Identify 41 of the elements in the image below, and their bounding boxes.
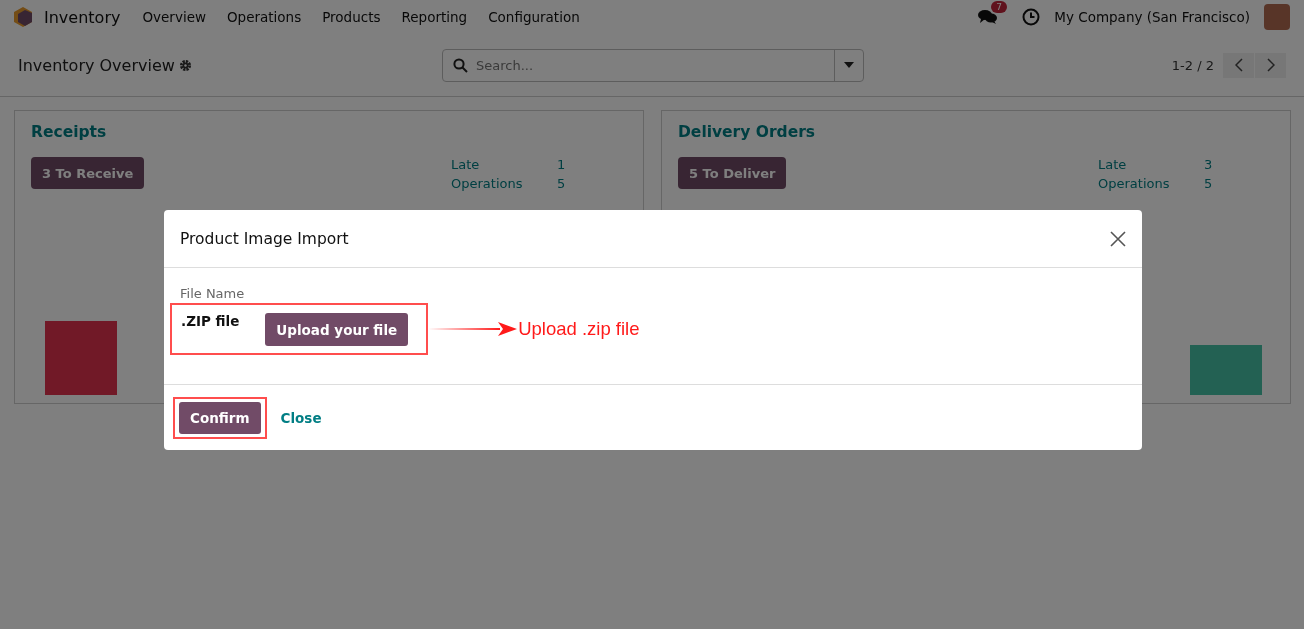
search-field[interactable]: Search... — [474, 56, 834, 74]
stat-value[interactable]: 5 — [557, 176, 627, 191]
cube-logo-icon — [14, 7, 32, 27]
close-icon[interactable] — [1110, 230, 1126, 247]
app-name[interactable]: Inventory — [44, 7, 121, 27]
graph-bar — [1190, 345, 1262, 395]
stat-link[interactable]: Operations — [451, 176, 557, 191]
dialog-title: Product Image Import — [180, 229, 349, 248]
search-icon — [453, 57, 468, 73]
stat-value[interactable]: 5 — [1204, 176, 1274, 191]
company-switcher[interactable]: My Company (San Francisco) — [1054, 9, 1250, 25]
menu-item[interactable]: Reporting — [401, 9, 468, 25]
file-name-value: .ZIP file — [181, 313, 240, 329]
card-title[interactable]: Delivery Orders — [678, 123, 1274, 141]
annotation-text: Upload .zip file — [518, 318, 640, 340]
chat-icon[interactable] — [978, 9, 999, 25]
upload-button[interactable]: Upload your file — [265, 313, 409, 346]
card-title[interactable]: Receipts — [31, 123, 627, 141]
confirm-button[interactable]: Confirm — [179, 401, 261, 434]
clock-icon[interactable] — [1022, 8, 1041, 26]
menu-item[interactable]: Operations — [227, 9, 302, 25]
pager-text: 1-2 / 2 — [1171, 57, 1214, 73]
stat-link[interactable]: Operations — [1098, 176, 1204, 191]
field-label: File Name — [180, 286, 246, 301]
close-button[interactable]: Close — [274, 408, 328, 427]
chevron-left-icon — [1234, 58, 1243, 72]
caret-icon — [844, 62, 854, 68]
stat-value[interactable]: 3 — [1204, 157, 1274, 172]
stat-link[interactable]: Late — [1098, 157, 1204, 172]
menu-item[interactable]: Configuration — [488, 9, 580, 25]
chevron-right-icon — [1266, 58, 1275, 72]
menu-item[interactable]: Products — [322, 9, 381, 25]
stat-link[interactable]: Late — [451, 157, 557, 172]
settings-icon[interactable] — [178, 58, 192, 72]
menu-item[interactable]: Overview — [142, 9, 206, 25]
action-button[interactable]: 5 To Deliver — [678, 157, 787, 189]
stat-value[interactable]: 1 — [557, 157, 627, 172]
action-button[interactable]: 3 To Receive — [31, 157, 145, 189]
page-title: Inventory Overview — [18, 55, 175, 75]
search-bar[interactable]: Search... — [442, 48, 864, 82]
message-count-badge: 7 — [991, 1, 1007, 13]
